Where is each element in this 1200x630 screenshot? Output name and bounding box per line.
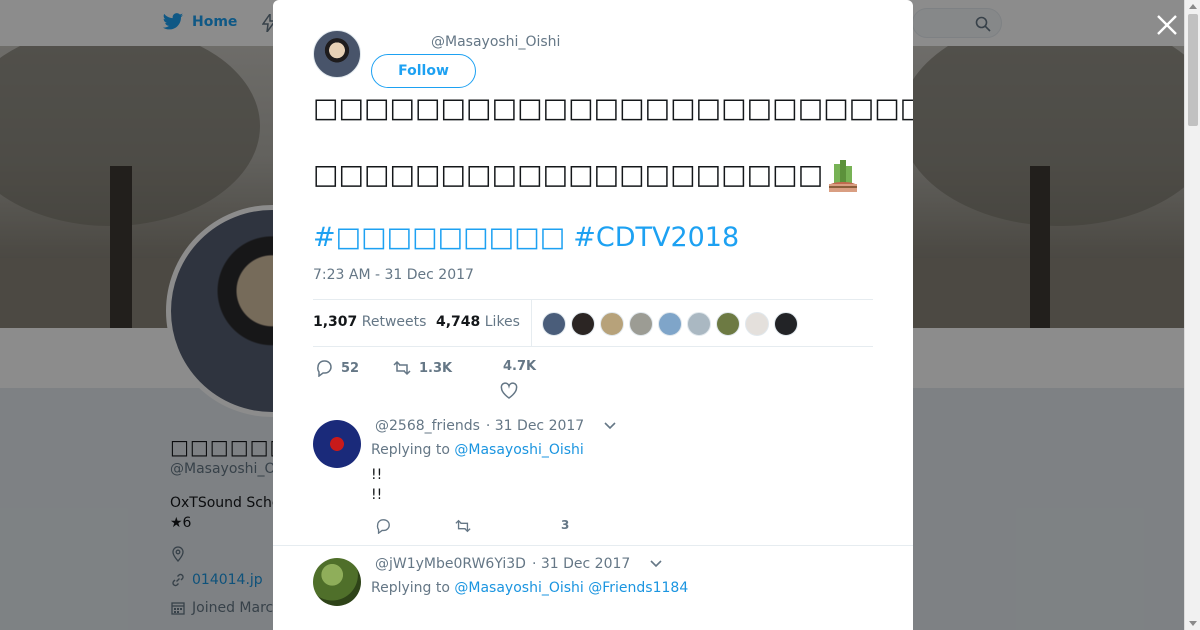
reply-icon xyxy=(317,360,332,377)
reply-like-button[interactable]: 3 xyxy=(561,518,569,532)
like-button[interactable]: 4.7K xyxy=(503,359,536,374)
reply-header: @jW1yMbe0RW6Yi3D · 31 Dec 2017 xyxy=(375,556,662,572)
retweet-button[interactable]: 1.3K xyxy=(393,359,452,377)
reply-handle[interactable]: @2568_friends xyxy=(375,418,480,434)
chevron-down-icon[interactable] xyxy=(604,422,616,430)
reply-avatar[interactable] xyxy=(313,420,361,468)
reply-button[interactable]: 52 xyxy=(315,359,359,377)
follow-button[interactable]: Follow xyxy=(371,54,476,88)
mention-link[interactable]: @Masayoshi_Oishi xyxy=(454,442,583,458)
reply-divider xyxy=(273,545,913,546)
tweet-timestamp[interactable]: 7:23 AM - 31 Dec 2017 xyxy=(313,267,474,283)
reply-text: !! !! xyxy=(371,465,382,505)
tweet-text-line: □□□□□□□□□□□□□□□□□□□□□□□□□ xyxy=(313,93,913,124)
replying-to: Replying to @Masayoshi_Oishi @Friends118… xyxy=(371,580,688,596)
liker-avatar[interactable] xyxy=(774,312,798,336)
likes-count: 4,748 xyxy=(436,314,481,330)
scroll-up-arrow[interactable] xyxy=(1189,4,1197,9)
liker-avatar[interactable] xyxy=(629,312,653,336)
retweets-count: 1,307 xyxy=(313,314,358,330)
reply-retweet-button[interactable] xyxy=(455,518,471,534)
reply-date[interactable]: · 31 Dec 2017 xyxy=(486,418,584,434)
reply-like-count: 3 xyxy=(561,518,570,532)
retweet-icon xyxy=(455,519,471,533)
replying-prefix: Replying to xyxy=(371,442,450,458)
replying-prefix: Replying to xyxy=(371,580,450,596)
mention-link[interactable]: @Masayoshi_Oishi xyxy=(454,580,583,596)
author-handle[interactable]: @Masayoshi_Oishi xyxy=(431,34,560,50)
retweet-icon xyxy=(393,360,411,376)
mention-link[interactable]: @Friends1184 xyxy=(588,580,688,596)
liker-avatar[interactable] xyxy=(716,312,740,336)
close-button[interactable] xyxy=(1154,12,1180,38)
liker-avatar[interactable] xyxy=(658,312,682,336)
reply-reply-button[interactable] xyxy=(375,518,391,534)
reply-avatar[interactable] xyxy=(313,558,361,606)
reply-date[interactable]: · 31 Dec 2017 xyxy=(532,556,630,572)
liker-avatar[interactable] xyxy=(542,312,566,336)
tweet-text-content: □□□□□□□□□□□□□□□□□□□□ xyxy=(313,159,824,191)
author-avatar[interactable] xyxy=(313,30,361,78)
stats-divider xyxy=(531,300,532,346)
retweets-stat[interactable]: 1,307 Retweets xyxy=(313,314,426,330)
tweet-actions: 52 1.3K 4.7K xyxy=(313,352,873,402)
liker-avatar[interactable] xyxy=(600,312,624,336)
reply-handle[interactable]: @jW1yMbe0RW6Yi3D xyxy=(375,556,526,572)
heart-icon[interactable] xyxy=(500,382,518,400)
reply-header: @2568_friends · 31 Dec 2017 xyxy=(375,418,616,434)
tweet-text-line: □□□□□□□□□□□□□□□□□□□□ xyxy=(313,158,873,194)
close-icon[interactable] xyxy=(1154,12,1180,38)
tweet-hashtags: #□□□□□□□□□ #CDTV2018 xyxy=(313,221,747,255)
like-count: 4.7K xyxy=(503,359,537,374)
hashtag-link[interactable]: #CDTV2018 xyxy=(573,222,739,253)
tweet-stats: 1,307 Retweets 4,748 Likes xyxy=(313,299,873,347)
reply-icon xyxy=(376,519,390,534)
liker-avatar[interactable] xyxy=(571,312,595,336)
author-name[interactable] xyxy=(381,35,431,51)
reply-text-line: !! xyxy=(371,467,383,483)
liker-avatar[interactable] xyxy=(745,312,769,336)
likes-label: Likes xyxy=(484,314,520,330)
reply-actions: 3 xyxy=(371,518,771,542)
reply-text-line: !! xyxy=(371,487,383,503)
chevron-down-icon[interactable] xyxy=(650,560,662,568)
retweet-count: 1.3K xyxy=(419,360,453,376)
tweet-modal: @Masayoshi_Oishi Follow □□□□□□□□□□□□□□□□… xyxy=(273,0,913,630)
kadomatsu-emoji-icon xyxy=(829,160,858,192)
scrollbar-thumb[interactable] xyxy=(1188,14,1198,126)
reply-count: 52 xyxy=(341,360,360,376)
likes-stat[interactable]: 4,748 Likes xyxy=(436,314,520,330)
hashtag-link[interactable]: #□□□□□□□□□ xyxy=(313,222,565,253)
scroll-down-arrow[interactable] xyxy=(1189,621,1197,626)
page-scrollbar[interactable] xyxy=(1184,0,1200,630)
retweets-label: Retweets xyxy=(361,314,427,330)
liker-avatar[interactable] xyxy=(687,312,711,336)
replying-to: Replying to @Masayoshi_Oishi xyxy=(371,442,584,458)
